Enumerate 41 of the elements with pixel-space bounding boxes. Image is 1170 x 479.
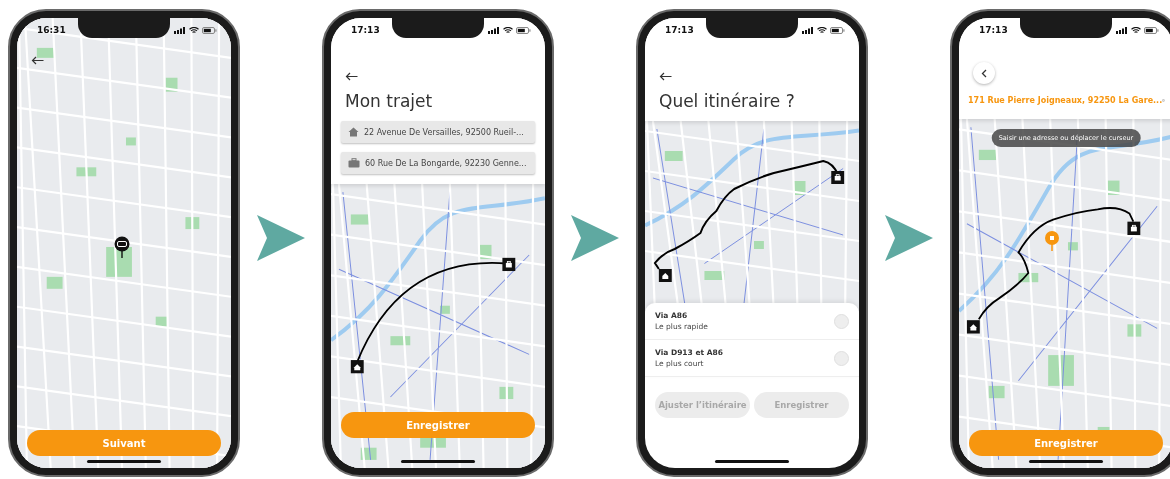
- back-arrow-icon[interactable]: [31, 56, 44, 65]
- house-icon: [348, 127, 359, 137]
- status-time: 16:31: [37, 25, 66, 35]
- back-button[interactable]: [973, 62, 995, 84]
- status-time: 17:13: [665, 25, 694, 35]
- address-field[interactable]: 22 Avenue De Versailles, 92500 Rueil-...: [341, 121, 535, 143]
- save-button[interactable]: Enregistrer: [969, 430, 1163, 456]
- wifi-icon: [817, 26, 827, 34]
- wifi-icon: [1131, 26, 1141, 34]
- screen-title: Mon trajet: [345, 91, 434, 111]
- car-pin-icon: [114, 236, 130, 258]
- signal-icon: [1116, 26, 1128, 34]
- signal-icon: [174, 26, 186, 34]
- address-field[interactable]: 60 Rue De La Bongarde, 92230 Genne...: [341, 152, 535, 174]
- next-step-arrow-icon: [571, 215, 619, 261]
- briefcase-icon: [348, 158, 360, 168]
- address-text: 171 Rue Pierre Joigneaux, 92250 La Gare...: [968, 96, 1163, 105]
- save-button[interactable]: Enregistrer: [341, 412, 535, 438]
- briefcase-marker-icon: [831, 171, 845, 184]
- next-button[interactable]: Suivant: [27, 430, 221, 456]
- battery-icon: [202, 26, 217, 34]
- chevron-left-icon: [981, 68, 987, 78]
- address-text: 22 Avenue De Versailles, 92500 Rueil-...: [364, 127, 524, 137]
- wifi-icon: [189, 26, 199, 34]
- status-time: 17:13: [351, 25, 380, 35]
- back-arrow-icon[interactable]: [345, 72, 358, 81]
- battery-icon: [1144, 26, 1159, 34]
- route-radio[interactable]: [834, 313, 849, 329]
- status-time: 17:13: [979, 25, 1008, 35]
- next-step-arrow-icon: [257, 215, 305, 261]
- screen-title: Quel itinéraire ?: [659, 91, 796, 111]
- address-text: 60 Rue De La Bongarde, 92230 Genne...: [365, 158, 527, 168]
- location-pin-icon[interactable]: [1045, 231, 1059, 251]
- signal-icon: [488, 26, 500, 34]
- route-radio[interactable]: [834, 350, 849, 366]
- next-step-arrow-icon: [885, 215, 933, 261]
- back-arrow-icon[interactable]: [659, 72, 672, 81]
- battery-icon: [516, 26, 531, 34]
- signal-icon: [802, 26, 814, 34]
- battery-icon: [830, 26, 845, 34]
- wifi-icon: [503, 26, 513, 34]
